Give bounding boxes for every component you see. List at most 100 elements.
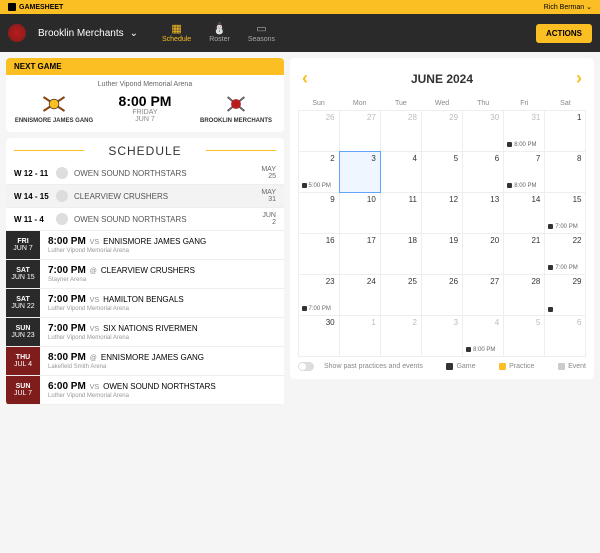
calendar-icon: ▦: [170, 23, 184, 34]
date-badge: FRIJUN 7: [6, 231, 40, 259]
cal-event: 8:00 PM: [466, 347, 495, 353]
cal-cell[interactable]: 30: [462, 110, 504, 152]
cal-cell[interactable]: 14: [503, 192, 545, 234]
cal-cell[interactable]: 5: [421, 151, 463, 193]
past-date: MAY31: [261, 189, 276, 203]
actions-button[interactable]: ACTIONS: [536, 24, 592, 43]
cal-day-num: 26: [326, 113, 335, 122]
cal-month: JUNE 2024: [411, 72, 473, 86]
cal-day-num: 29: [573, 277, 582, 286]
team-selector[interactable]: Brooklin Merchants⌄: [38, 28, 138, 39]
cal-cell[interactable]: 24: [339, 274, 381, 316]
tab-schedule[interactable]: ▦ Schedule: [162, 23, 191, 43]
game-time: 8:00 PM: [48, 352, 86, 363]
cal-next-icon[interactable]: ›: [576, 68, 582, 89]
cal-cell[interactable]: 4 8:00 PM: [462, 315, 504, 357]
cal-cell[interactable]: 1: [339, 315, 381, 357]
cal-cell[interactable]: 318:00 PM: [503, 110, 545, 152]
game-arena: Luther Vipond Memorial Arena: [48, 248, 276, 254]
cal-cell[interactable]: 6: [462, 151, 504, 193]
cal-cell[interactable]: 18: [380, 233, 422, 275]
cal-cell[interactable]: 10: [339, 192, 381, 234]
cal-day-num: 27: [367, 113, 376, 122]
cal-cell[interactable]: 25: [380, 274, 422, 316]
cal-cell[interactable]: 13: [462, 192, 504, 234]
cal-cell[interactable]: 29: [544, 274, 586, 316]
cal-day-num: 12: [449, 195, 458, 204]
cal-dow: Sun: [298, 97, 339, 110]
upcoming-game-row[interactable]: FRIJUN 7 8:00 PM VS ENNISMORE JAMES GANG…: [6, 231, 284, 260]
cal-cell[interactable]: 26: [298, 110, 340, 152]
cal-prev-icon[interactable]: ‹: [302, 68, 308, 89]
cal-day-num: 8: [577, 154, 581, 163]
cal-cell[interactable]: 27: [339, 110, 381, 152]
at-vs: @: [90, 355, 97, 362]
cal-cell[interactable]: 6: [544, 315, 586, 357]
at-vs: VS: [90, 297, 99, 304]
tab-roster[interactable]: ⛄ Roster: [209, 23, 230, 43]
upcoming-game-row[interactable]: SUNJUN 23 7:00 PM VS SIX NATIONS RIVERME…: [6, 318, 284, 347]
game-time: 7:00 PM: [48, 265, 86, 276]
cal-cell[interactable]: 4: [380, 151, 422, 193]
past-game-row[interactable]: W 14 - 15 CLEARVIEW CRUSHERS MAY31: [6, 185, 284, 208]
cal-cell[interactable]: 16: [298, 233, 340, 275]
cal-cell[interactable]: 27: [462, 274, 504, 316]
cal-cell[interactable]: 1: [544, 110, 586, 152]
cal-cell[interactable]: 3: [339, 151, 381, 193]
cal-cell[interactable]: 8: [544, 151, 586, 193]
cal-event: 7:00 PM: [548, 265, 577, 271]
cal-cell[interactable]: 22 7:00 PM: [544, 233, 586, 275]
upcoming-game-row[interactable]: SUNJUL 7 6:00 PM VS OWEN SOUND NORTHSTAR…: [6, 376, 284, 405]
cal-cell[interactable]: 12: [421, 192, 463, 234]
date-badge: SUNJUL 7: [6, 376, 40, 404]
cal-cell[interactable]: 78:00 PM: [503, 151, 545, 193]
cal-day-num: 30: [326, 318, 335, 327]
cal-cell[interactable]: 25:00 PM: [298, 151, 340, 193]
cal-day-num: 3: [371, 154, 375, 163]
legend-event: Event: [558, 363, 586, 370]
cal-cell[interactable]: 237:00 PM: [298, 274, 340, 316]
past-date: JUN2: [262, 212, 276, 226]
cal-cell[interactable]: 30: [298, 315, 340, 357]
upcoming-game-row[interactable]: THUJUL 4 8:00 PM @ ENNISMORE JAMES GANG …: [6, 347, 284, 376]
opponent-logo-icon: [56, 213, 68, 225]
game-arena: Luther Vipond Memorial Arena: [48, 393, 276, 399]
cal-cell[interactable]: 5: [503, 315, 545, 357]
game-time: 6:00 PM: [48, 381, 86, 392]
upcoming-game-row[interactable]: SATJUN 15 7:00 PM @ CLEARVIEW CRUSHERS S…: [6, 260, 284, 289]
cal-day-num: 7: [536, 154, 540, 163]
cal-cell[interactable]: 17: [339, 233, 381, 275]
next-day: FRIDAY: [119, 109, 172, 116]
cal-cell[interactable]: 9: [298, 192, 340, 234]
cal-cell[interactable]: 26: [421, 274, 463, 316]
next-time: 8:00 PM: [119, 93, 172, 109]
cal-cell[interactable]: 20: [462, 233, 504, 275]
past-game-row[interactable]: W 12 - 11 OWEN SOUND NORTHSTARS MAY25: [6, 162, 284, 185]
brand: GAMESHEET: [8, 3, 63, 11]
cal-day-num: 22: [573, 236, 582, 245]
cal-day-num: 20: [490, 236, 499, 245]
cal-day-num: 2: [412, 318, 416, 327]
cal-day-num: 15: [573, 195, 582, 204]
cal-cell[interactable]: 21: [503, 233, 545, 275]
opponent: SIX NATIONS RIVERMEN: [103, 324, 198, 333]
cal-cell[interactable]: 19: [421, 233, 463, 275]
user-menu[interactable]: Rich Berman ⌄: [544, 3, 592, 11]
cal-cell[interactable]: 2: [380, 315, 422, 357]
cal-day-num: 4: [412, 154, 416, 163]
upcoming-game-row[interactable]: SATJUN 22 7:00 PM VS HAMILTON BENGALS Lu…: [6, 289, 284, 318]
tab-seasons[interactable]: ▭ Seasons: [248, 23, 275, 43]
cal-day-num: 18: [408, 236, 417, 245]
past-game-row[interactable]: W 11 - 4 OWEN SOUND NORTHSTARS JUN2: [6, 208, 284, 231]
past-toggle[interactable]: [298, 362, 314, 371]
cal-dow: Sat: [545, 97, 586, 110]
cal-cell[interactable]: 3: [421, 315, 463, 357]
cal-cell[interactable]: 28: [380, 110, 422, 152]
cal-cell[interactable]: 29: [421, 110, 463, 152]
cal-dow: Tue: [380, 97, 421, 110]
at-vs: @: [90, 268, 97, 275]
cal-cell[interactable]: 157:00 PM: [544, 192, 586, 234]
cal-cell[interactable]: 11: [380, 192, 422, 234]
cal-day-num: 4: [495, 318, 499, 327]
cal-cell[interactable]: 28: [503, 274, 545, 316]
